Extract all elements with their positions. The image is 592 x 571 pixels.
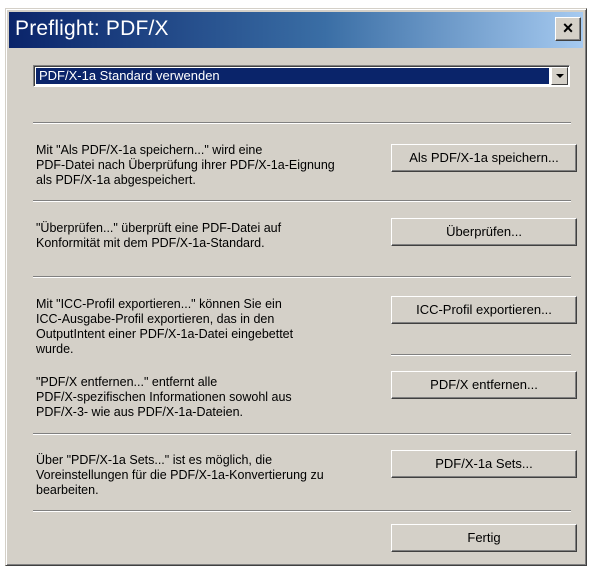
done-button[interactable]: Fertig bbox=[391, 524, 577, 552]
divider bbox=[33, 510, 571, 512]
title-bar[interactable]: Preflight: PDF/X × bbox=[9, 12, 583, 48]
icc-description: Mit "ICC-Profil exportieren..." können S… bbox=[36, 297, 294, 356]
divider bbox=[33, 276, 571, 278]
remove-description: "PDF/X entfernen..." entfernt alle PDF/X… bbox=[36, 375, 292, 419]
save-as-pdfx1a-button[interactable]: Als PDF/X-1a speichern... bbox=[391, 144, 577, 172]
close-button[interactable]: × bbox=[555, 17, 581, 41]
remove-pdfx-button[interactable]: PDF/X entfernen... bbox=[391, 371, 577, 399]
divider bbox=[33, 200, 571, 202]
export-icc-profile-button[interactable]: ICC-Profil exportieren... bbox=[391, 296, 577, 324]
save-description: Mit "Als PDF/X-1a speichern..." wird ein… bbox=[36, 143, 335, 187]
check-description: "Überprüfen..." überprüft eine PDF-Datei… bbox=[36, 221, 282, 250]
chevron-down-icon[interactable] bbox=[551, 67, 568, 85]
preflight-dialog: Preflight: PDF/X × PDF/X-1a Standard ver… bbox=[5, 8, 587, 566]
pdfx1a-sets-button[interactable]: PDF/X-1a Sets... bbox=[391, 450, 577, 478]
window-title: Preflight: PDF/X bbox=[15, 17, 169, 40]
divider bbox=[33, 122, 571, 124]
check-button[interactable]: Überprüfen... bbox=[391, 218, 577, 246]
divider bbox=[391, 354, 571, 356]
standard-select[interactable]: PDF/X-1a Standard verwenden bbox=[33, 65, 570, 87]
sets-description: Über "PDF/X-1a Sets..." ist es möglich, … bbox=[36, 453, 324, 497]
standard-select-value: PDF/X-1a Standard verwenden bbox=[36, 68, 549, 84]
divider bbox=[33, 433, 571, 435]
